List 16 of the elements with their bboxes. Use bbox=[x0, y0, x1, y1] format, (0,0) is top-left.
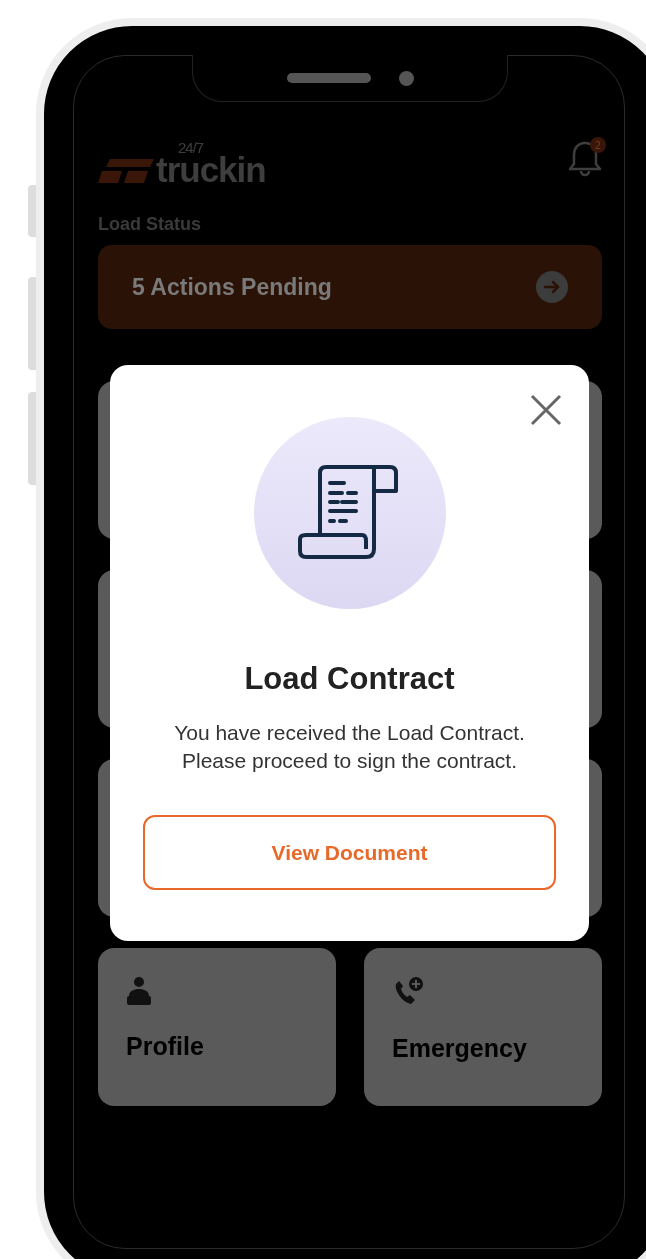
view-document-button[interactable]: View Document bbox=[143, 815, 556, 890]
modal-title: Load Contract bbox=[244, 661, 455, 697]
speaker-icon bbox=[286, 73, 371, 83]
arrow-circle-icon bbox=[536, 271, 568, 303]
tile-card[interactable]: Emergency bbox=[364, 948, 602, 1106]
camera-icon bbox=[398, 70, 414, 86]
logo-wordmark: truckin bbox=[156, 155, 266, 185]
logo-superscript: 24/7 bbox=[178, 140, 205, 155]
tile-label: Emergency bbox=[392, 1034, 528, 1063]
modal-message: You have received the Load Contract. Please proceed to sign the contract. bbox=[173, 720, 526, 774]
close-icon[interactable] bbox=[529, 393, 563, 427]
actions-pending-button[interactable]: 5 Actions Pending bbox=[98, 245, 602, 329]
section-label: Load Status bbox=[98, 214, 202, 235]
worker-icon bbox=[126, 976, 152, 1006]
tile-card[interactable]: Profile bbox=[98, 948, 336, 1106]
tile-label: Profile bbox=[126, 1032, 205, 1061]
